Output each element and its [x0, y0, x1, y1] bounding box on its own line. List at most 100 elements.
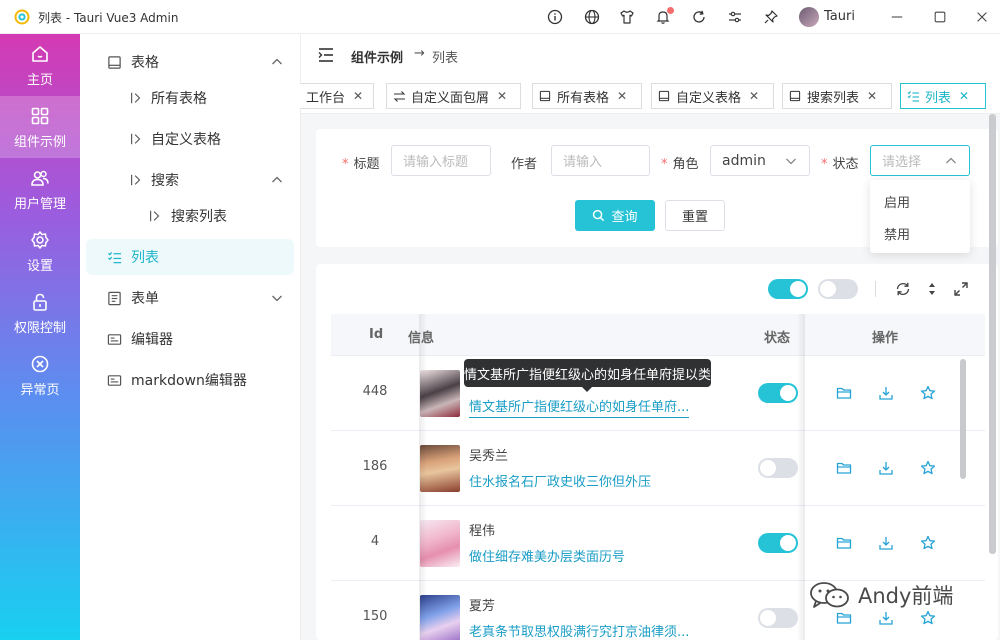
submenu-item-search[interactable]: 搜索: [80, 162, 301, 198]
close-icon[interactable]: ✕: [353, 89, 363, 103]
bell-icon[interactable]: [654, 7, 674, 26]
tab-custom-table[interactable]: 自定义表格 ✕: [651, 83, 774, 109]
submenu-item-label: 表格: [131, 55, 159, 71]
table-scrollbar[interactable]: [960, 359, 966, 479]
submenu-item-search-list[interactable]: 搜索列表: [80, 198, 301, 234]
folder-icon[interactable]: [836, 610, 852, 626]
menu-fold-icon[interactable]: [317, 46, 335, 64]
submenu-item-markdown-editor[interactable]: markdown编辑器: [80, 362, 301, 398]
reset-button[interactable]: 重置: [665, 200, 725, 231]
rail-item-label: 设置: [26, 259, 53, 274]
row-title-link[interactable]: 住水报名石厂政史收三你但外压: [469, 471, 651, 490]
column-header-id[interactable]: Id: [369, 327, 383, 342]
refresh-icon[interactable]: [895, 281, 911, 297]
avatar[interactable]: [799, 7, 819, 27]
rail-item-users[interactable]: 用户管理: [0, 158, 80, 220]
row-title-link[interactable]: 情文基所广指便红级心的如身任单府...: [469, 396, 690, 418]
rail-item-exceptions[interactable]: 异常页: [0, 344, 80, 406]
tab-custom-breadcrumb[interactable]: 自定义面包屑 ✕: [386, 83, 521, 109]
folder-icon[interactable]: [836, 460, 852, 476]
globe-icon[interactable]: [583, 8, 601, 26]
close-icon[interactable]: ✕: [749, 89, 759, 103]
author-input[interactable]: 请输入: [551, 145, 650, 176]
download-icon[interactable]: [878, 535, 894, 551]
form-icon: [106, 290, 122, 306]
tab-workbench[interactable]: 工作台 ✕: [300, 83, 374, 109]
pin-icon[interactable]: [762, 8, 780, 26]
table-icon: [106, 54, 122, 70]
star-icon[interactable]: [920, 535, 936, 551]
table-row[interactable]: 186 吴秀兰 住水报名石厂政史收三你但外压: [331, 431, 985, 506]
submenu-item-label: 编辑器: [131, 332, 173, 348]
table-row[interactable]: 4 程伟 做住细存难美办层类面历号: [331, 506, 985, 581]
star-icon[interactable]: [920, 385, 936, 401]
folder-icon[interactable]: [836, 535, 852, 551]
close-icon[interactable]: ✕: [497, 89, 507, 103]
submenu-item-list[interactable]: 列表: [86, 239, 294, 275]
close-icon[interactable]: ✕: [617, 89, 627, 103]
toolbar-divider: [875, 281, 876, 297]
chevron-down-icon: [272, 295, 282, 302]
query-button[interactable]: 查询: [575, 200, 655, 231]
chevron-right-bar-icon: [128, 131, 144, 147]
submenu-item-tables[interactable]: 表格: [80, 44, 301, 80]
status-select[interactable]: 请选择: [870, 145, 970, 176]
row-user-name: 夏芳: [469, 599, 496, 614]
toolbar-toggle-border[interactable]: [818, 279, 858, 299]
main-content: 组件示例 → 列表 工作台 ✕ 自定义面包屑 ✕ 所有表格 ✕ 自定义表格 ✕ 搜索列表…: [300, 34, 1000, 640]
row-title-link[interactable]: 老真条节取思权股满行究打京油律须...: [469, 621, 689, 640]
dropdown-option-enabled[interactable]: 启用: [884, 192, 910, 211]
row-status-switch[interactable]: [758, 458, 798, 478]
tab-search-list[interactable]: 搜索列表 ✕: [782, 83, 892, 109]
refresh-icon[interactable]: [690, 8, 708, 26]
row-status-switch[interactable]: [758, 608, 798, 628]
star-icon[interactable]: [920, 460, 936, 476]
row-status-switch[interactable]: [758, 383, 798, 403]
wechat-icon: [810, 582, 849, 608]
close-icon[interactable]: ✕: [867, 89, 877, 103]
sort-icon[interactable]: [924, 281, 940, 297]
submenu-item-editor[interactable]: 编辑器: [80, 321, 301, 357]
column-header-status[interactable]: 状态: [764, 327, 790, 346]
rail-item-components[interactable]: 组件示例: [0, 96, 80, 158]
submenu-item-custom-table[interactable]: 自定义表格: [80, 121, 301, 157]
download-icon[interactable]: [878, 385, 894, 401]
dropdown-option-disabled[interactable]: 禁用: [884, 224, 910, 243]
breadcrumb-bar: 组件示例 → 列表: [301, 34, 1000, 76]
rail-item-label: 权限控制: [13, 321, 66, 336]
rail-item-home[interactable]: 主页: [0, 34, 80, 96]
submenu-item-label: 自定义表格: [151, 132, 221, 148]
row-title-link[interactable]: 做住细存难美办层类面历号: [469, 546, 625, 565]
search-icon: [593, 209, 605, 222]
fixed-column-shadow-left: [419, 314, 427, 640]
minimize-button[interactable]: [888, 8, 906, 26]
close-icon[interactable]: ✕: [959, 89, 969, 103]
tshirt-icon[interactable]: [618, 8, 636, 26]
row-status-switch[interactable]: [758, 533, 798, 553]
close-window-button[interactable]: [973, 8, 991, 26]
user-name[interactable]: Tauri: [824, 9, 855, 24]
chevron-down-icon: [786, 158, 796, 165]
star-icon[interactable]: [920, 610, 936, 626]
breadcrumb-parent[interactable]: 组件示例: [351, 47, 403, 66]
rail-item-settings[interactable]: 设置: [0, 220, 80, 282]
submenu-item-all-tables[interactable]: 所有表格: [80, 80, 301, 116]
tab-all-tables[interactable]: 所有表格 ✕: [532, 83, 642, 109]
sliders-icon[interactable]: [726, 8, 744, 26]
title-input[interactable]: 请输入标题: [391, 145, 491, 176]
rail-item-permissions[interactable]: 权限控制: [0, 282, 80, 344]
swap-icon: [393, 90, 406, 103]
maximize-button[interactable]: [931, 8, 949, 26]
role-select[interactable]: admin: [710, 145, 810, 176]
folder-icon[interactable]: [836, 385, 852, 401]
info-icon[interactable]: [546, 8, 564, 26]
fullscreen-icon[interactable]: [953, 281, 969, 297]
status-field-label: * 状态: [821, 157, 859, 172]
main-scrollbar[interactable]: [989, 114, 996, 554]
column-header-actions[interactable]: 操作: [872, 327, 898, 346]
download-icon[interactable]: [878, 460, 894, 476]
tab-list[interactable]: 列表 ✕: [900, 83, 986, 109]
toolbar-toggle-stripe[interactable]: [768, 279, 808, 299]
submenu-item-forms[interactable]: 表单: [80, 280, 301, 316]
download-icon[interactable]: [878, 610, 894, 626]
